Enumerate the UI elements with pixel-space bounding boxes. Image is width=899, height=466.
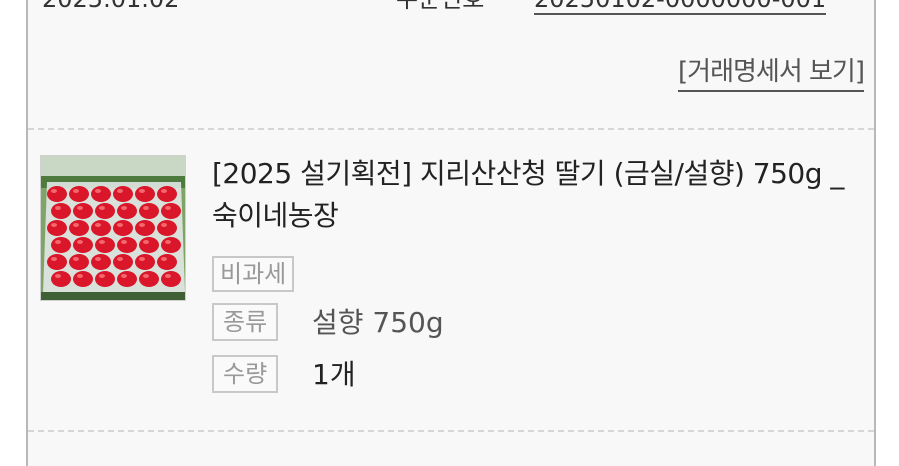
strawberry-highlight xyxy=(121,274,127,278)
strawberry-highlight xyxy=(51,189,57,193)
strawberry-highlight xyxy=(55,206,61,210)
strawberry-box-image xyxy=(41,156,185,300)
strawberry-highlight xyxy=(117,223,123,227)
strawberry-icon xyxy=(69,220,89,236)
strawberry-icon xyxy=(135,220,155,236)
strawberry-icon xyxy=(51,271,71,287)
strawberry-icon xyxy=(73,237,93,253)
option-label-type: 종류 xyxy=(212,303,279,341)
option-value-type: 설향 750g xyxy=(312,306,444,339)
order-date: 2025.01.02 xyxy=(42,0,179,13)
strawberry-highlight xyxy=(73,257,79,261)
strawberry-icon xyxy=(157,186,177,202)
strawberry-icon xyxy=(113,254,133,270)
strawberry-icon xyxy=(135,254,155,270)
strawberry-icon xyxy=(157,220,177,236)
strawberry-highlight xyxy=(73,223,79,227)
strawberry-highlight xyxy=(143,206,149,210)
strawberry-highlight xyxy=(51,223,57,227)
strawberry-icon xyxy=(47,254,67,270)
strawberry-highlight xyxy=(95,257,101,261)
strawberry-highlight xyxy=(117,189,123,193)
strawberry-icon xyxy=(157,254,177,270)
strawberry-icon xyxy=(91,186,111,202)
strawberry-icon xyxy=(69,254,89,270)
strawberry-icon xyxy=(135,186,155,202)
order-detail-panel: 2025.01.02 주문번호 20250102-0000000-001 [거래… xyxy=(26,0,876,466)
strawberry-icon xyxy=(161,271,181,287)
strawberry-highlight xyxy=(95,189,101,193)
strawberry-icon xyxy=(113,186,133,202)
strawberry-icon xyxy=(95,237,115,253)
strawberry-icon xyxy=(47,220,67,236)
strawberry-icon xyxy=(51,203,71,219)
strawberry-highlight xyxy=(51,257,57,261)
strawberry-icon xyxy=(139,237,159,253)
strawberry-icon xyxy=(69,186,89,202)
strawberry-highlight xyxy=(143,274,149,278)
strawberry-icon xyxy=(91,220,111,236)
strawberry-highlight xyxy=(73,189,79,193)
strawberry-highlight xyxy=(121,206,127,210)
strawberry-highlight xyxy=(77,206,83,210)
strawberry-icon xyxy=(117,203,137,219)
strawberry-icon xyxy=(139,203,159,219)
strawberry-highlight xyxy=(139,189,145,193)
strawberry-icon xyxy=(91,254,111,270)
strawberry-highlight xyxy=(165,274,171,278)
view-statement-link[interactable]: [거래명세서 보기] xyxy=(678,57,865,92)
strawberry-highlight xyxy=(139,223,145,227)
product-thumbnail[interactable] xyxy=(40,155,186,301)
order-number-label: 주문번호 xyxy=(396,0,484,13)
strawberry-icon xyxy=(47,186,67,202)
divider xyxy=(28,430,874,432)
strawberry-highlight xyxy=(55,240,61,244)
strawberry-icon xyxy=(117,271,137,287)
strawberry-highlight xyxy=(165,206,171,210)
strawberry-icon xyxy=(161,203,181,219)
strawberry-icon xyxy=(95,203,115,219)
strawberry-highlight xyxy=(121,240,127,244)
strawberry-icon xyxy=(139,271,159,287)
order-info-row: 2025.01.02 주문번호 20250102-0000000-001 xyxy=(28,0,874,16)
strawberry-highlight xyxy=(55,274,61,278)
order-number-link[interactable]: 20250102-0000000-001 xyxy=(534,0,827,15)
strawberry-highlight xyxy=(165,240,171,244)
strawberry-icon xyxy=(73,271,93,287)
strawberry-highlight xyxy=(139,257,145,261)
strawberry-highlight xyxy=(161,189,167,193)
divider xyxy=(28,128,874,130)
strawberry-icon xyxy=(73,203,93,219)
strawberry-highlight xyxy=(95,223,101,227)
strawberry-highlight xyxy=(99,274,105,278)
strawberry-highlight xyxy=(99,206,105,210)
tax-exempt-badge: 비과세 xyxy=(212,256,295,292)
strawberry-highlight xyxy=(77,274,83,278)
strawberry-highlight xyxy=(161,223,167,227)
strawberry-highlight xyxy=(77,240,83,244)
strawberry-highlight xyxy=(99,240,105,244)
strawberry-icon xyxy=(51,237,71,253)
strawberry-highlight xyxy=(143,240,149,244)
strawberry-highlight xyxy=(117,257,123,261)
product-name[interactable]: [2025 설기획전] 지리산산청 딸기 (금실/설향) 750g _숙이네농장 xyxy=(212,153,862,237)
strawberry-icon xyxy=(161,237,181,253)
strawberry-icon xyxy=(117,237,137,253)
strawberry-icon xyxy=(113,220,133,236)
option-label-quantity: 수량 xyxy=(212,355,279,393)
option-value-quantity: 1개 xyxy=(312,358,356,391)
strawberry-highlight xyxy=(161,257,167,261)
strawberry-icon xyxy=(95,271,115,287)
